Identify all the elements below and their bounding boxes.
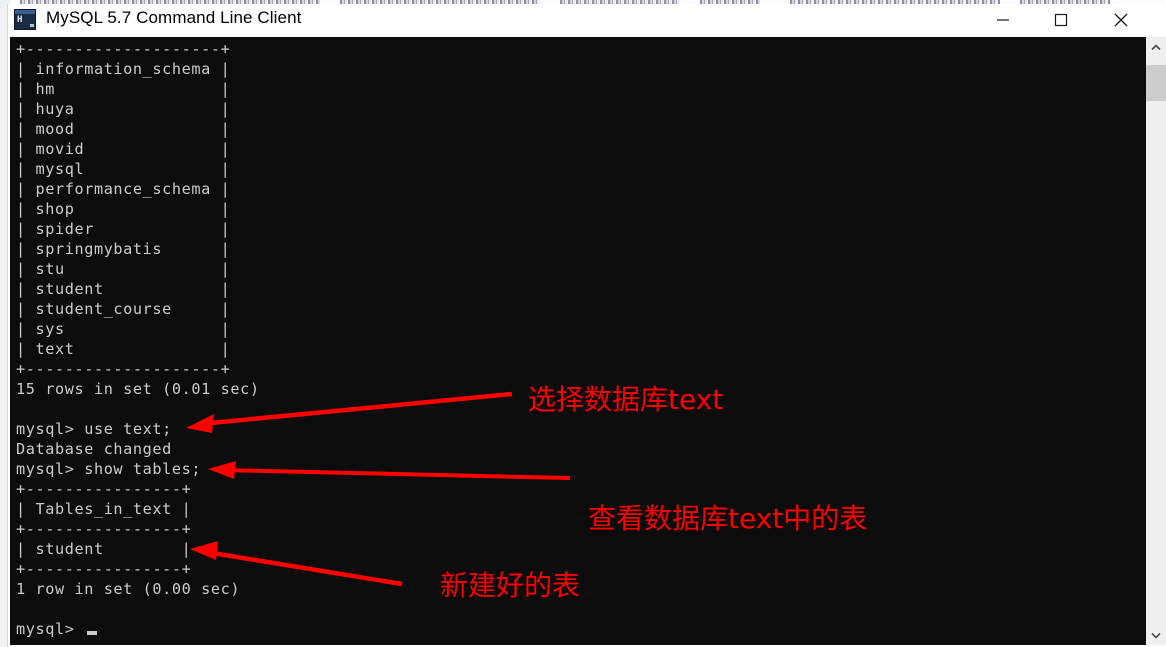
screen: H MySQL 5.7 Command Line Client +-------… [0,0,1166,647]
scroll-up-button[interactable] [1146,37,1166,57]
scrollbar-track-upper[interactable] [1146,57,1166,65]
icon-titlebar-stripe [15,10,35,14]
vertical-scrollbar[interactable] [1146,37,1166,645]
close-button[interactable] [1098,4,1144,36]
mysql-command-line-window: H MySQL 5.7 Command Line Client +-------… [8,4,1166,647]
window-title: MySQL 5.7 Command Line Client [46,8,302,27]
maximize-icon [1054,13,1068,27]
scrollbar-thumb[interactable] [1146,65,1166,101]
mysql-console-icon: H [14,9,36,30]
scrollbar-track-lower[interactable] [1146,101,1166,625]
scroll-down-button[interactable] [1146,625,1166,645]
chevron-up-icon [1151,43,1161,50]
close-icon [1114,13,1128,27]
title-bar[interactable]: H MySQL 5.7 Command Line Client [8,4,1166,37]
terminal-text: +--------------------+ | information_sch… [16,40,260,638]
maximize-button[interactable] [1038,4,1084,36]
minimize-icon [997,19,1009,21]
chevron-down-icon [1151,632,1161,639]
icon-glyph-label: H [17,15,22,25]
terminal-cursor [87,631,97,635]
icon-cursor-block [30,24,34,27]
minimize-button[interactable] [980,4,1026,36]
terminal-output-area[interactable]: +--------------------+ | information_sch… [10,37,1146,645]
